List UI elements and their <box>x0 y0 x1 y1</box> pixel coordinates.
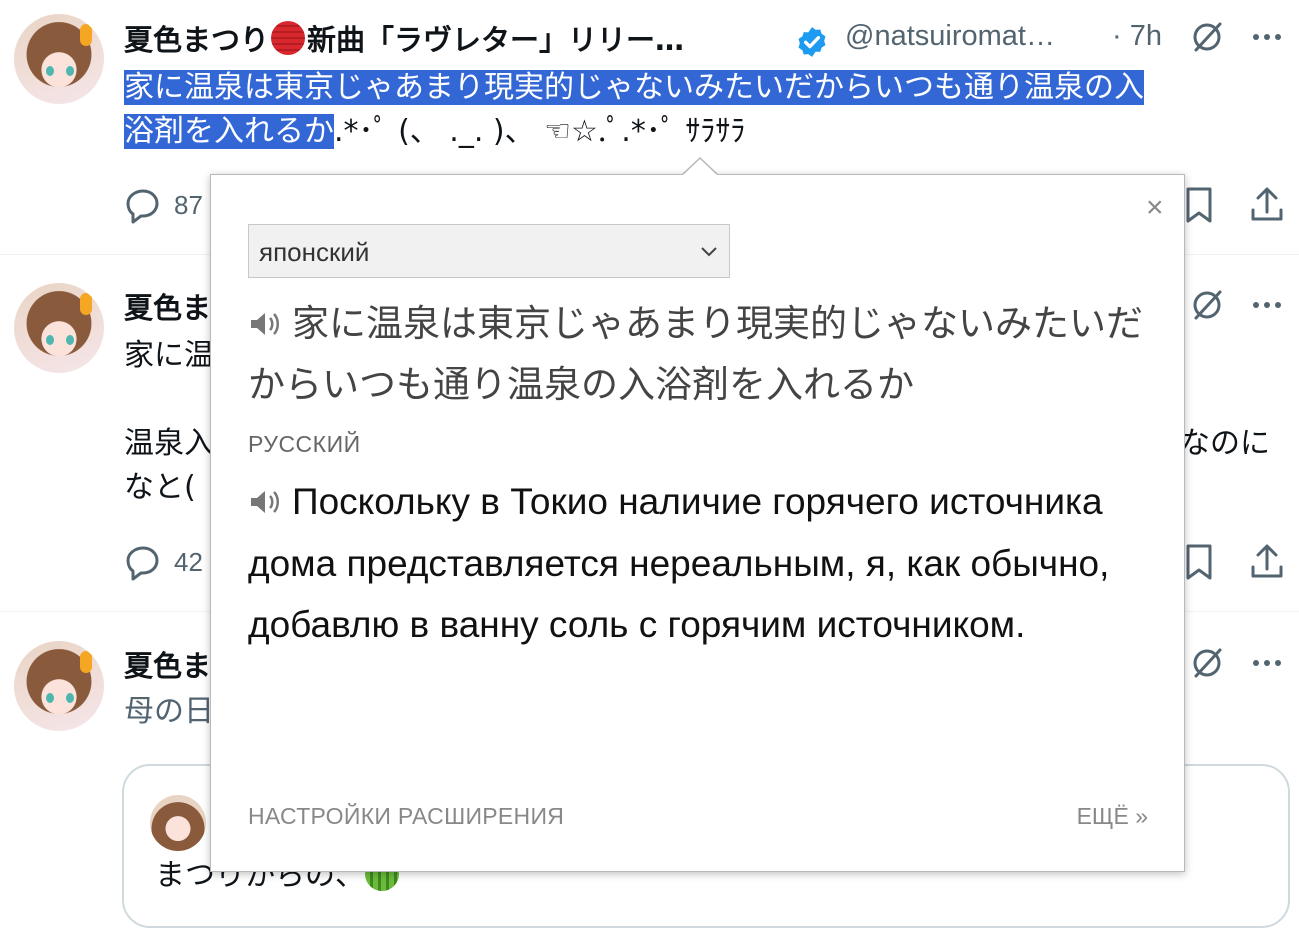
avatar-eye <box>66 693 74 703</box>
tweet-time[interactable]: · 7h <box>1112 20 1162 53</box>
reply-count: 42 <box>174 547 203 577</box>
source-text: 家に温泉は東京じゃあまり現実的じゃないみたいだからいつも通り温泉の入浴剤を入れる… <box>248 293 1148 415</box>
hair-flower <box>80 293 92 315</box>
share-icon[interactable] <box>1248 543 1286 581</box>
close-button[interactable]: × <box>1146 193 1164 223</box>
translation-text-content: Поскольку в Токио наличие горячего источ… <box>248 481 1110 645</box>
share-icon[interactable] <box>1248 186 1286 224</box>
reply-count: 87 <box>174 190 203 220</box>
popup-arrow-fill <box>683 159 717 175</box>
display-name[interactable]: 夏色ま <box>124 643 211 685</box>
target-language-label: РУССКИЙ <box>248 431 361 457</box>
avatar-eye <box>46 66 54 76</box>
translation-text: Поскольку в Токио наличие горячего источ… <box>248 471 1168 656</box>
more-icon[interactable] <box>1250 20 1284 54</box>
selected-text: 家に温泉は東京じゃあまり現実的じゃないみたいだからいつも通り温泉の入 <box>124 70 1144 105</box>
grok-icon[interactable] <box>1190 20 1224 54</box>
more-link[interactable]: ЕЩЁ » <box>1077 803 1148 830</box>
user-handle[interactable]: @natsuiromat… <box>845 20 1055 53</box>
verified-badge-icon <box>798 27 826 57</box>
avatar[interactable] <box>14 14 104 104</box>
bookmark-icon[interactable] <box>1183 186 1215 224</box>
selected-text: 浴剤を入れるか <box>124 114 334 149</box>
avatar[interactable] <box>14 283 104 373</box>
source-language-select[interactable]: японский <box>248 224 730 278</box>
chevron-down-icon <box>701 247 717 257</box>
avatar-eye <box>66 335 74 345</box>
tweet-text[interactable]: なと( <box>124 466 196 510</box>
avatar[interactable] <box>14 641 104 731</box>
source-language-value: японский <box>259 237 370 267</box>
avatar-eye <box>66 66 74 76</box>
reply-icon[interactable] <box>124 543 162 581</box>
tweet-text[interactable]: 家に温泉は東京じゃあまり現実的じゃないみたいだからいつも通り温泉の入 浴剤を入れ… <box>124 66 1144 154</box>
grok-icon[interactable] <box>1190 288 1224 322</box>
tweet-text[interactable]: 母の日 <box>124 690 214 734</box>
avatar-eye <box>46 693 54 703</box>
hair-flower <box>80 24 92 46</box>
grok-icon[interactable] <box>1190 646 1224 680</box>
tweet-text[interactable]: 家に温 <box>124 334 214 378</box>
translation-popup: × японский 家に温泉は東京じゃあまり現実的じゃないみたいだからいつも通… <box>210 174 1185 872</box>
hair-flower <box>80 651 92 673</box>
source-text-content: 家に温泉は東京じゃあまり現実的じゃないみたいだからいつも通り温泉の入浴剤を入れる… <box>248 302 1143 406</box>
speaker-icon[interactable] <box>248 488 282 516</box>
display-name[interactable]: 夏色ま <box>124 285 211 327</box>
display-name-suffix: 新曲「ラヴレター」リリー… <box>307 23 685 57</box>
display-name-text: 夏色まつり <box>124 23 270 57</box>
quote-avatar <box>150 795 206 851</box>
tweet-text[interactable]: なのに <box>1180 422 1270 466</box>
bookmark-icon[interactable] <box>1183 543 1215 581</box>
more-icon[interactable] <box>1250 288 1284 322</box>
more-icon[interactable] <box>1250 646 1284 680</box>
lantern-emoji <box>271 21 306 55</box>
kaomoji-text: .*･ﾟ (、 ._. )、 ☜☆.ﾟ.*･ﾟ ｻﾗｻﾗ <box>334 114 746 149</box>
avatar-eye <box>46 335 54 345</box>
tweet-text[interactable]: 温泉入 <box>124 422 214 466</box>
display-name[interactable]: 夏色まつり 新曲「ラヴレター」リリー… <box>124 17 684 59</box>
reply-icon[interactable] <box>124 186 162 224</box>
extension-settings-link[interactable]: НАСТРОЙКИ РАСШИРЕНИЯ <box>248 803 564 830</box>
speaker-icon[interactable] <box>248 310 282 338</box>
